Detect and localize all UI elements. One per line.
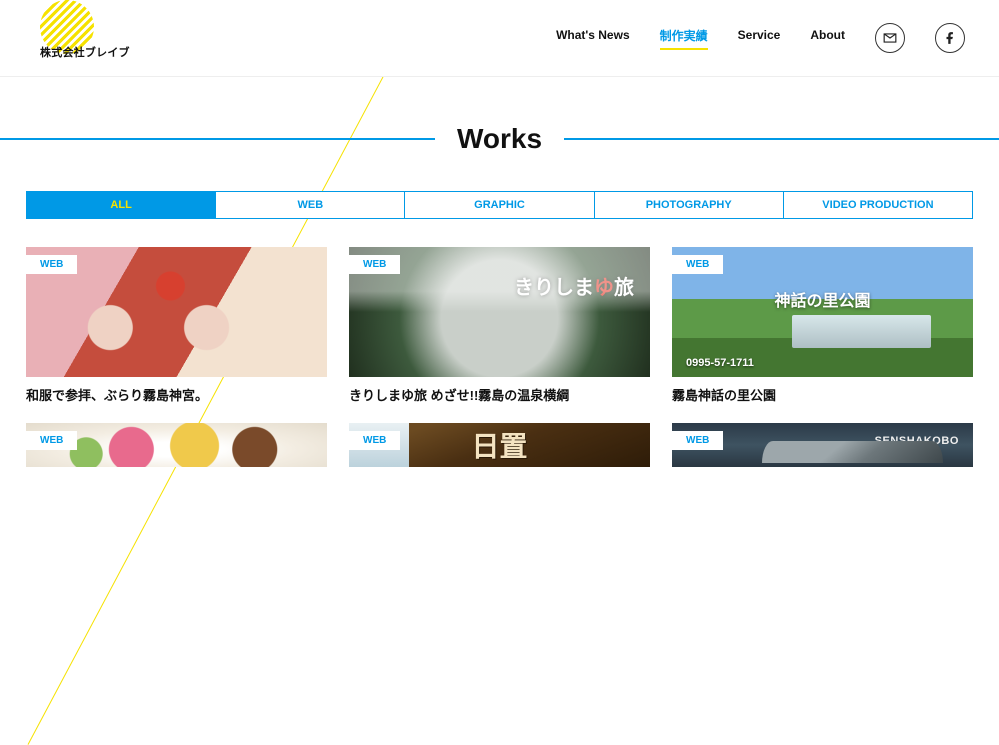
- work-thumbnail: WEB きりしまゆ旅: [349, 247, 650, 377]
- work-card[interactable]: WEB: [26, 423, 327, 467]
- tab-web[interactable]: WEB: [216, 191, 405, 219]
- facebook-icon: [943, 31, 957, 45]
- facebook-button[interactable]: [935, 23, 965, 53]
- overlay-tel: 0995-57-1711: [686, 357, 754, 369]
- category-badge: WEB: [349, 431, 400, 450]
- contact-button[interactable]: [875, 23, 905, 53]
- nav-whats-news[interactable]: What's News: [556, 28, 630, 48]
- overlay-sign: 日置: [471, 425, 527, 465]
- work-card[interactable]: WEB 神話の里公園 0995-57-1711 霧島神話の里公園: [672, 247, 973, 405]
- page-title-row: Works: [0, 123, 999, 155]
- title-line-left: [0, 138, 435, 140]
- work-title: 霧島神話の里公園: [672, 387, 973, 405]
- tab-video[interactable]: VIDEO PRODUCTION: [784, 191, 973, 219]
- work-title: きりしまゆ旅 めざせ!!霧島の温泉横綱: [349, 387, 650, 405]
- title-line-right: [564, 138, 999, 140]
- tab-all[interactable]: ALL: [26, 191, 216, 219]
- logo[interactable]: 株式会社ブレイブ: [40, 14, 180, 62]
- filter-tabs: ALL WEB GRAPHIC PHOTOGRAPHY VIDEO PRODUC…: [26, 191, 973, 219]
- work-thumbnail: WEB 日置: [349, 423, 650, 467]
- overlay-brand: SENSHAKOBO: [875, 435, 959, 447]
- category-badge: WEB: [672, 255, 723, 274]
- work-card[interactable]: WEB 日置: [349, 423, 650, 467]
- overlay-logo: きりしまゆ旅: [514, 271, 634, 300]
- overlay-logo: 神話の里公園: [774, 287, 870, 311]
- category-badge: WEB: [672, 431, 723, 450]
- work-card[interactable]: WEB きりしまゆ旅 きりしまゆ旅 めざせ!!霧島の温泉横綱: [349, 247, 650, 405]
- work-card[interactable]: WEB 和服で参拝、ぶらり霧島神宮。: [26, 247, 327, 405]
- nav-works[interactable]: 制作実績: [660, 27, 708, 50]
- category-badge: WEB: [26, 255, 77, 274]
- page-title: Works: [435, 123, 564, 155]
- work-thumbnail: WEB 神話の里公園 0995-57-1711: [672, 247, 973, 377]
- work-card[interactable]: WEB SENSHAKOBO: [672, 423, 973, 467]
- logo-text: 株式会社ブレイブ: [40, 44, 130, 60]
- nav-service[interactable]: Service: [738, 28, 781, 48]
- tab-graphic[interactable]: GRAPHIC: [405, 191, 594, 219]
- work-thumbnail: WEB SENSHAKOBO: [672, 423, 973, 467]
- tab-photography[interactable]: PHOTOGRAPHY: [595, 191, 784, 219]
- main-nav: What's News 制作実績 Service About: [556, 23, 965, 53]
- nav-about[interactable]: About: [810, 28, 845, 48]
- work-title: 和服で参拝、ぶらり霧島神宮。: [26, 387, 327, 405]
- category-badge: WEB: [349, 255, 400, 274]
- site-header: 株式会社ブレイブ What's News 制作実績 Service About: [0, 0, 999, 77]
- envelope-icon: [883, 31, 897, 45]
- work-thumbnail: WEB: [26, 247, 327, 377]
- works-grid: WEB 和服で参拝、ぶらり霧島神宮。 WEB きりしまゆ旅 きりしまゆ旅 めざせ…: [26, 247, 973, 467]
- category-badge: WEB: [26, 431, 77, 450]
- work-thumbnail: WEB: [26, 423, 327, 467]
